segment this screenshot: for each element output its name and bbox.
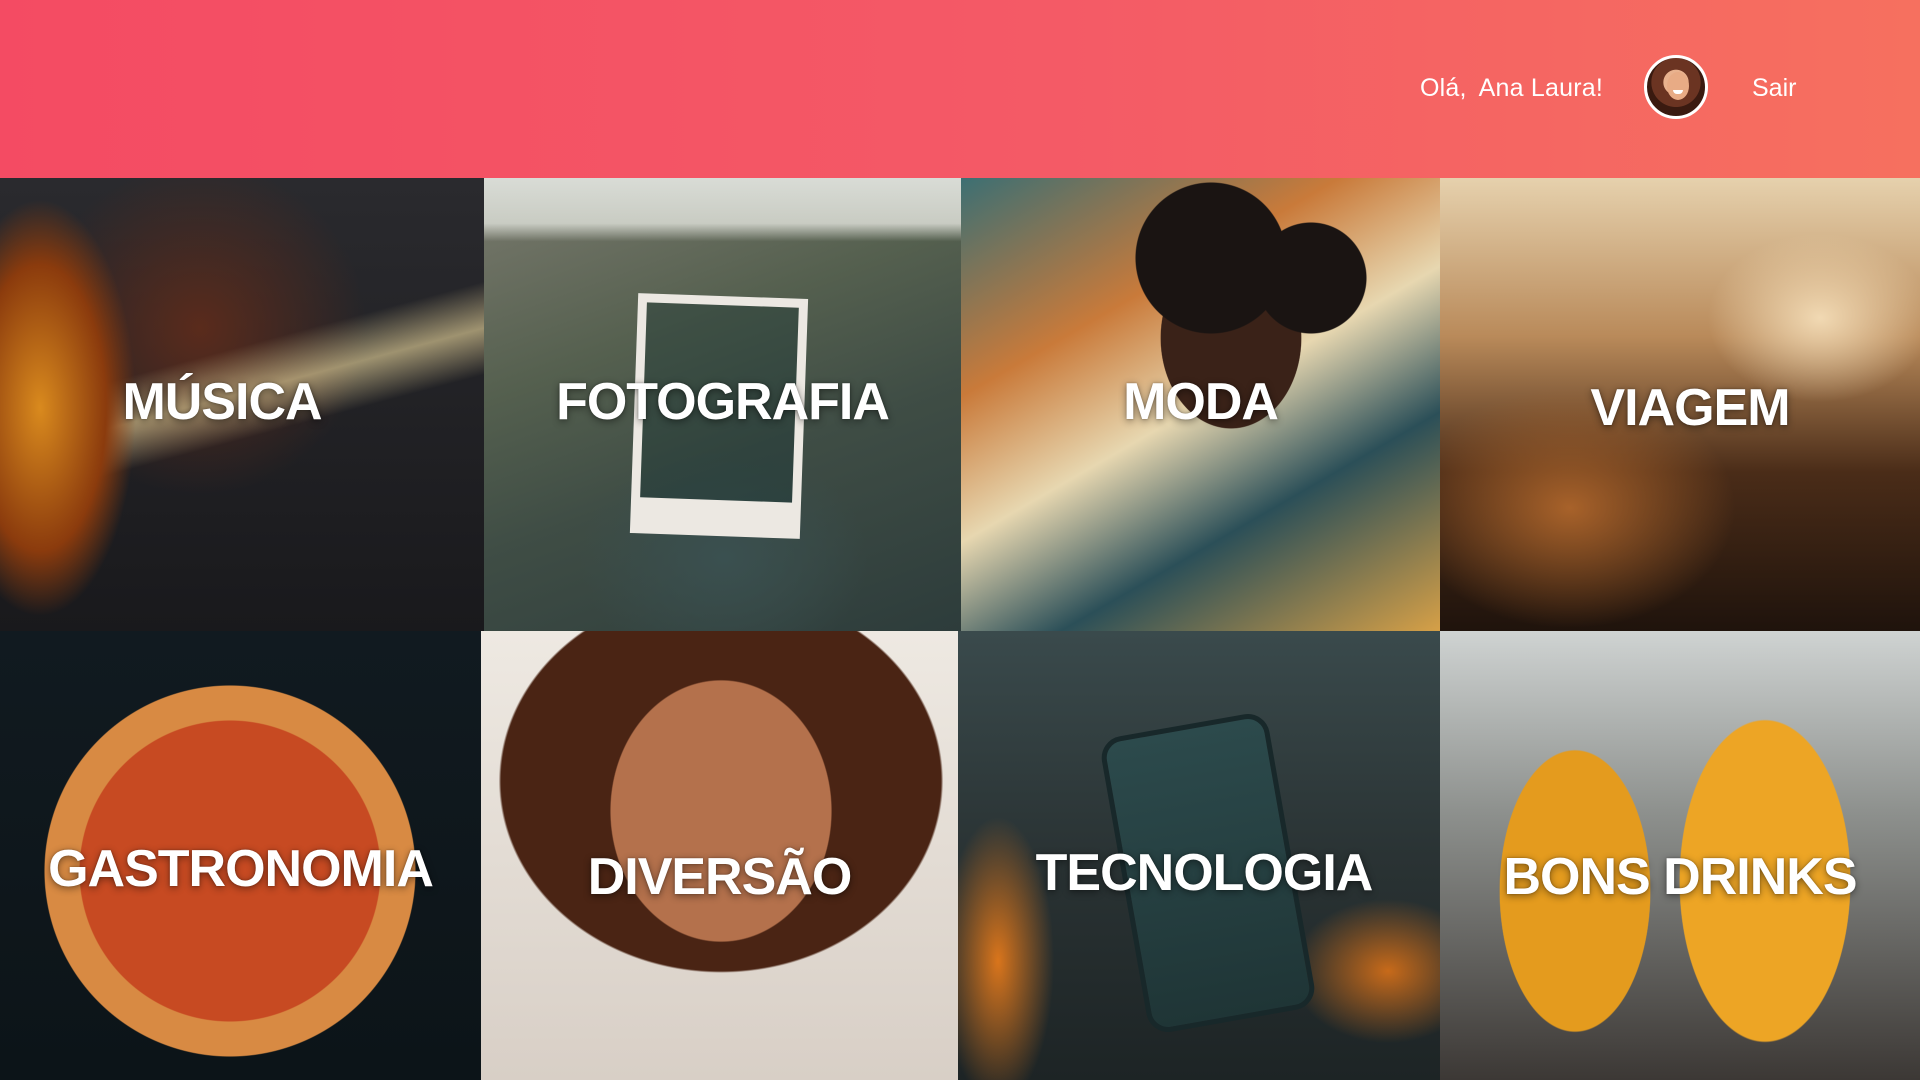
category-label-gastronomia: GASTRONOMIA <box>48 840 434 898</box>
top-header: Olá, Ana Laura! Sair <box>0 0 1920 178</box>
category-tile-gastronomia[interactable]: GASTRONOMIA <box>0 631 481 1080</box>
category-tile-moda[interactable]: MODA <box>961 178 1440 631</box>
category-tile-bons-drinks[interactable]: BONS DRINKS <box>1440 631 1920 1080</box>
user-name: Ana Laura! <box>1478 74 1603 102</box>
category-tile-tecnologia[interactable]: TECNOLOGIA <box>958 631 1440 1080</box>
user-greeting: Olá, Ana Laura! <box>1420 74 1603 103</box>
category-label-moda: MODA <box>1123 373 1279 431</box>
greeting-prefix: Olá, <box>1420 74 1467 102</box>
avatar-face <box>1667 72 1689 100</box>
category-tile-viagem[interactable]: VIAGEM <box>1440 178 1920 631</box>
category-label-diversao: DIVERSÃO <box>587 848 853 906</box>
category-label-viagem: VIAGEM <box>1590 379 1790 437</box>
category-label-fotografia: FOTOGRAFIA <box>556 373 890 431</box>
category-tile-diversao[interactable]: DIVERSÃO <box>481 631 958 1080</box>
category-tile-musica[interactable]: MÚSICA <box>0 178 484 631</box>
category-label-bons-drinks: BONS DRINKS <box>1503 848 1857 906</box>
category-label-musica: MÚSICA <box>122 373 322 431</box>
logout-link[interactable]: Sair <box>1752 74 1796 103</box>
user-avatar[interactable] <box>1644 55 1708 119</box>
category-grid: MÚSICA FOTOGRAFIA MODA VIAGEM GASTRONOMI… <box>0 178 1920 1080</box>
category-label-tecnologia: TECNOLOGIA <box>1035 844 1374 902</box>
category-tile-fotografia[interactable]: FOTOGRAFIA <box>484 178 961 631</box>
